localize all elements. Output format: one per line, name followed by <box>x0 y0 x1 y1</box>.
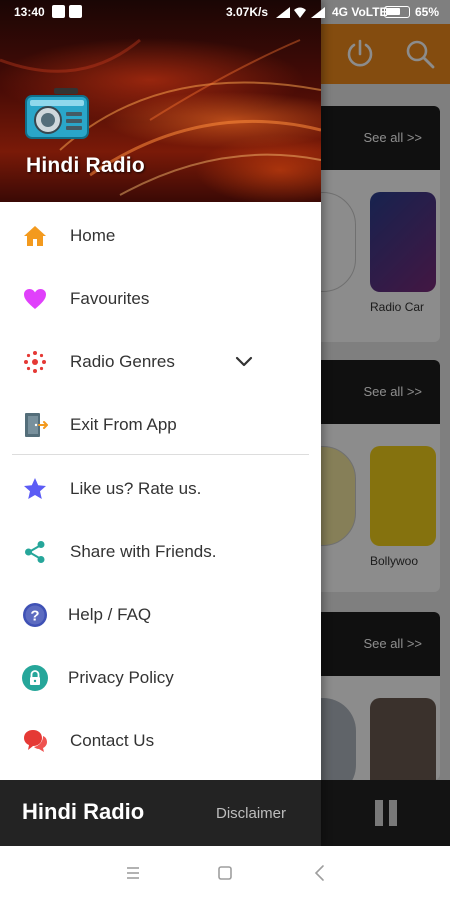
help-icon: ? <box>23 603 47 627</box>
menu-divider <box>12 454 309 455</box>
back-icon[interactable] <box>310 863 330 883</box>
menu-label: Contact Us <box>70 731 155 750</box>
menu-label: Privacy Policy <box>68 668 174 687</box>
star-icon <box>24 478 46 499</box>
home-icon <box>24 226 46 246</box>
menu-item-radio-genres[interactable]: Radio Genres <box>0 330 321 392</box>
menu-item-contact[interactable]: Contact Us <box>0 709 321 771</box>
battery-icon <box>384 6 410 18</box>
drawer-app-name: Hindi Radio <box>26 154 145 177</box>
share-icon <box>25 541 45 563</box>
menu-item-home[interactable]: Home <box>0 204 321 266</box>
drawer-footer: Hindi Radio Disclaimer <box>0 780 321 846</box>
lock-icon <box>22 665 48 691</box>
menu-label: Help / FAQ <box>68 605 152 624</box>
battery-percent: 65% <box>415 5 440 19</box>
genres-icon <box>24 351 46 373</box>
disclaimer-link[interactable]: Disclaimer <box>216 805 286 822</box>
menu-item-share[interactable]: Share with Friends. <box>0 520 321 582</box>
network-speed: 3.07K/s <box>226 5 269 19</box>
exit-icon <box>25 413 48 437</box>
notification-icon <box>52 5 65 18</box>
home-button-icon[interactable] <box>215 863 235 883</box>
menu-item-exit[interactable]: Exit From App <box>0 393 321 455</box>
signal-icon <box>311 7 325 18</box>
drawer-header: Hindi Radio <box>0 0 321 202</box>
menu-label: Home <box>70 226 116 245</box>
footer-app-name: Hindi Radio <box>22 799 145 824</box>
menu-label: Favourites <box>70 289 150 308</box>
menu-label: Share with Friends. <box>70 542 217 561</box>
menu-item-rate-us[interactable]: Like us? Rate us. <box>0 457 321 519</box>
network-type: 4G VoLTE <box>332 5 388 19</box>
heart-icon <box>24 289 46 309</box>
menu-label: Exit From App <box>70 415 177 434</box>
menu-item-privacy[interactable]: Privacy Policy <box>0 646 321 708</box>
menu-label: Like us? Rate us. <box>70 479 202 498</box>
menu-item-favourites[interactable]: Favourites <box>0 267 321 329</box>
navigation-drawer: Hindi Radio Home Favourites Radio Genres <box>0 0 321 846</box>
status-bar: 13:40 3.07K/s 4G VoLTE 65% <box>0 0 450 24</box>
chevron-down-icon[interactable] <box>234 352 254 372</box>
menu-icon[interactable] <box>123 863 143 883</box>
chat-icon <box>24 730 47 752</box>
svg-text:?: ? <box>30 608 39 625</box>
status-time: 13:40 <box>14 5 45 19</box>
system-nav-bar <box>0 846 450 900</box>
wifi-icon <box>294 7 306 18</box>
menu-label: Radio Genres <box>70 352 175 371</box>
radio-logo-icon <box>25 88 89 139</box>
notification-icon <box>69 5 82 18</box>
menu-item-help[interactable]: ? Help / FAQ <box>0 583 321 645</box>
signal-icon <box>276 7 290 18</box>
